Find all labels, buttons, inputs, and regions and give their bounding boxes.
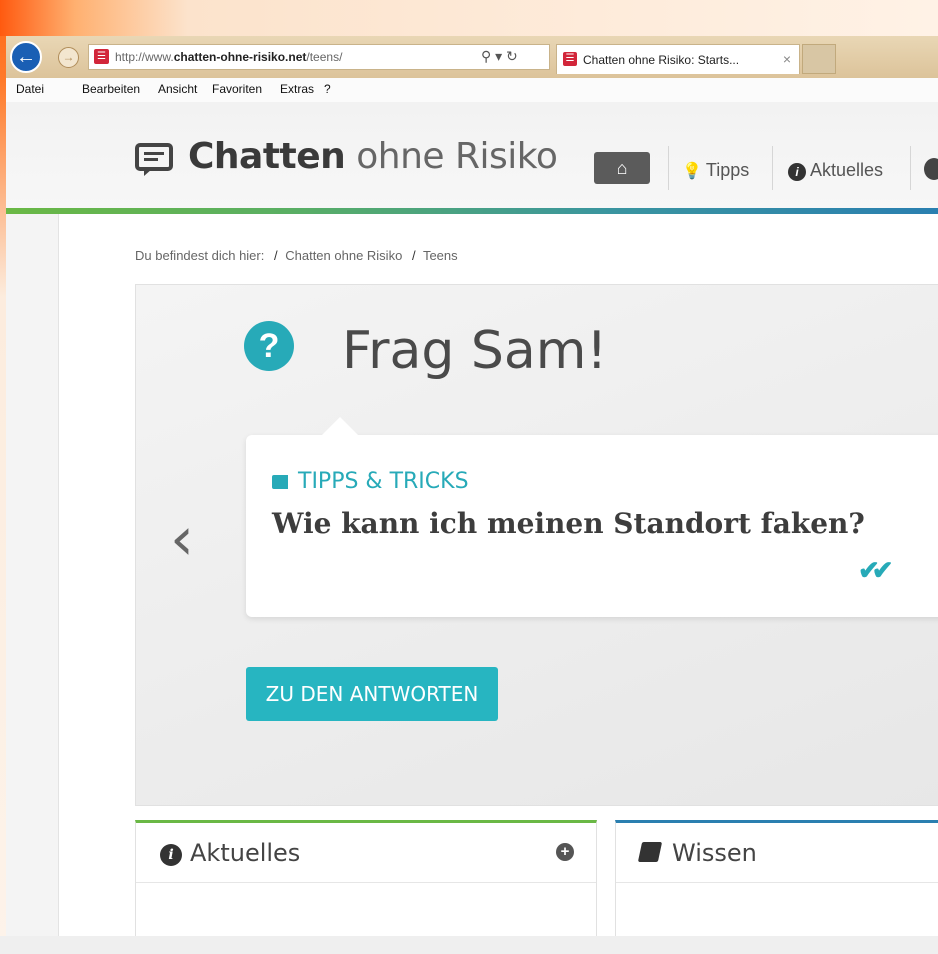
main-content: Du befindest dich hier: / Chatten ohne R…	[58, 214, 938, 936]
panel-header: i Aktuelles +	[136, 823, 596, 883]
site-favicon-icon: ☰	[94, 49, 109, 64]
info-icon: i	[160, 844, 182, 866]
aktuelles-panel: i Aktuelles +	[135, 820, 597, 936]
menu-item-favoriten[interactable]: Favoriten	[212, 82, 262, 96]
url-path: /teens/	[306, 50, 343, 64]
hero-title: Frag Sam!	[342, 321, 608, 381]
home-button[interactable]: ⌂	[594, 152, 650, 184]
chat-bubble-logo-icon	[135, 143, 173, 176]
nav-aktuelles-label: Aktuelles	[810, 160, 884, 180]
panel-header: Wissen	[616, 823, 938, 883]
browser-window: ← → ☰ http://www.chatten-ohne-risiko.net…	[6, 36, 938, 936]
expand-plus-icon[interactable]: +	[556, 843, 574, 861]
nav-item-aktuelles[interactable]: i Aktuelles	[788, 160, 883, 181]
nav-divider	[910, 146, 911, 190]
breadcrumb-separator: /	[273, 248, 278, 263]
menu-bar: Datei Bearbeiten Ansicht Favoriten Extra…	[6, 78, 938, 103]
breadcrumb-item-teens[interactable]: Teens	[423, 248, 458, 263]
address-bar[interactable]: ☰ http://www.chatten-ohne-risiko.net/tee…	[88, 44, 550, 70]
wissen-title: Wissen	[672, 839, 757, 867]
menu-item-ansicht[interactable]: Ansicht	[158, 82, 197, 96]
tag-icon	[272, 475, 288, 489]
search-refresh-controls[interactable]: ⚲ ▾ ↻	[481, 48, 518, 65]
site-logo[interactable]: Chatten ohne Risiko	[188, 136, 558, 177]
web-page: Chatten ohne Risiko ⌂ 💡 Tipps i Aktuelles …	[6, 102, 938, 936]
desktop-top-strip	[0, 0, 938, 36]
tab-favicon-icon: ☰	[563, 52, 577, 66]
nav-divider	[772, 146, 773, 190]
frag-sam-hero: ? Frag Sam! ‹ TIPPS & TRICKS Wie kann ic…	[135, 284, 938, 806]
logo-light-text: ohne Risiko	[356, 136, 558, 177]
lightbulb-icon: 💡	[682, 163, 702, 180]
breadcrumb: Du befindest dich hier: / Chatten ohne R…	[135, 248, 458, 263]
question-circle-icon: ?	[244, 321, 294, 371]
wissen-panel: Wissen	[615, 820, 938, 936]
tab-title: Chatten ohne Risiko: Starts...	[583, 53, 740, 67]
address-url[interactable]: http://www.chatten-ohne-risiko.net/teens…	[115, 50, 342, 64]
panel-title-aktuelles: i Aktuelles	[160, 839, 300, 867]
nav-item-tipps[interactable]: 💡 Tipps	[682, 160, 749, 181]
back-button[interactable]: ←	[10, 41, 42, 73]
category-label: TIPPS & TRICKS	[298, 469, 469, 494]
question-card[interactable]: TIPPS & TRICKS Wie kann ich meinen Stand…	[246, 417, 938, 617]
breadcrumb-item-home[interactable]: Chatten ohne Risiko	[285, 248, 402, 263]
breadcrumb-separator: /	[411, 248, 416, 263]
nav-more-icon[interactable]	[924, 158, 938, 180]
book-icon	[637, 842, 663, 862]
url-domain: chatten-ohne-risiko.net	[173, 50, 307, 64]
menu-item-extras[interactable]: Extras	[280, 82, 314, 96]
panel-title-wissen: Wissen	[637, 839, 757, 867]
nav-divider	[668, 146, 669, 190]
menu-item-datei[interactable]: Datei	[16, 82, 44, 96]
bottom-strip	[0, 936, 938, 954]
nav-tipps-label: Tipps	[705, 160, 750, 180]
double-check-icon: ✔✔	[858, 555, 893, 585]
breadcrumb-prefix: Du befindest dich hier:	[135, 248, 265, 263]
new-tab-button[interactable]	[802, 44, 836, 74]
browser-tab[interactable]: ☰ Chatten ohne Risiko: Starts... ×	[556, 44, 800, 74]
aktuelles-title: Aktuelles	[190, 839, 301, 867]
logo-bold-text: Chatten	[188, 136, 346, 177]
browser-titlebar: ← → ☰ http://www.chatten-ohne-risiko.net…	[6, 36, 938, 78]
question-text: Wie kann ich meinen Standort faken?	[272, 507, 865, 540]
carousel-prev-arrow-icon[interactable]: ‹	[170, 509, 194, 569]
question-category: TIPPS & TRICKS	[272, 469, 469, 494]
menu-item-help[interactable]: ?	[324, 82, 331, 96]
menu-item-bearbeiten[interactable]: Bearbeiten	[82, 82, 140, 96]
tab-close-icon[interactable]: ×	[783, 51, 791, 67]
info-icon: i	[788, 163, 806, 181]
forward-button[interactable]: →	[58, 47, 79, 68]
site-header: Chatten ohne Risiko ⌂ 💡 Tipps i Aktuelles	[6, 102, 938, 208]
url-prefix: http://www.	[115, 50, 174, 64]
answers-button[interactable]: ZU DEN ANTWORTEN	[246, 667, 498, 721]
